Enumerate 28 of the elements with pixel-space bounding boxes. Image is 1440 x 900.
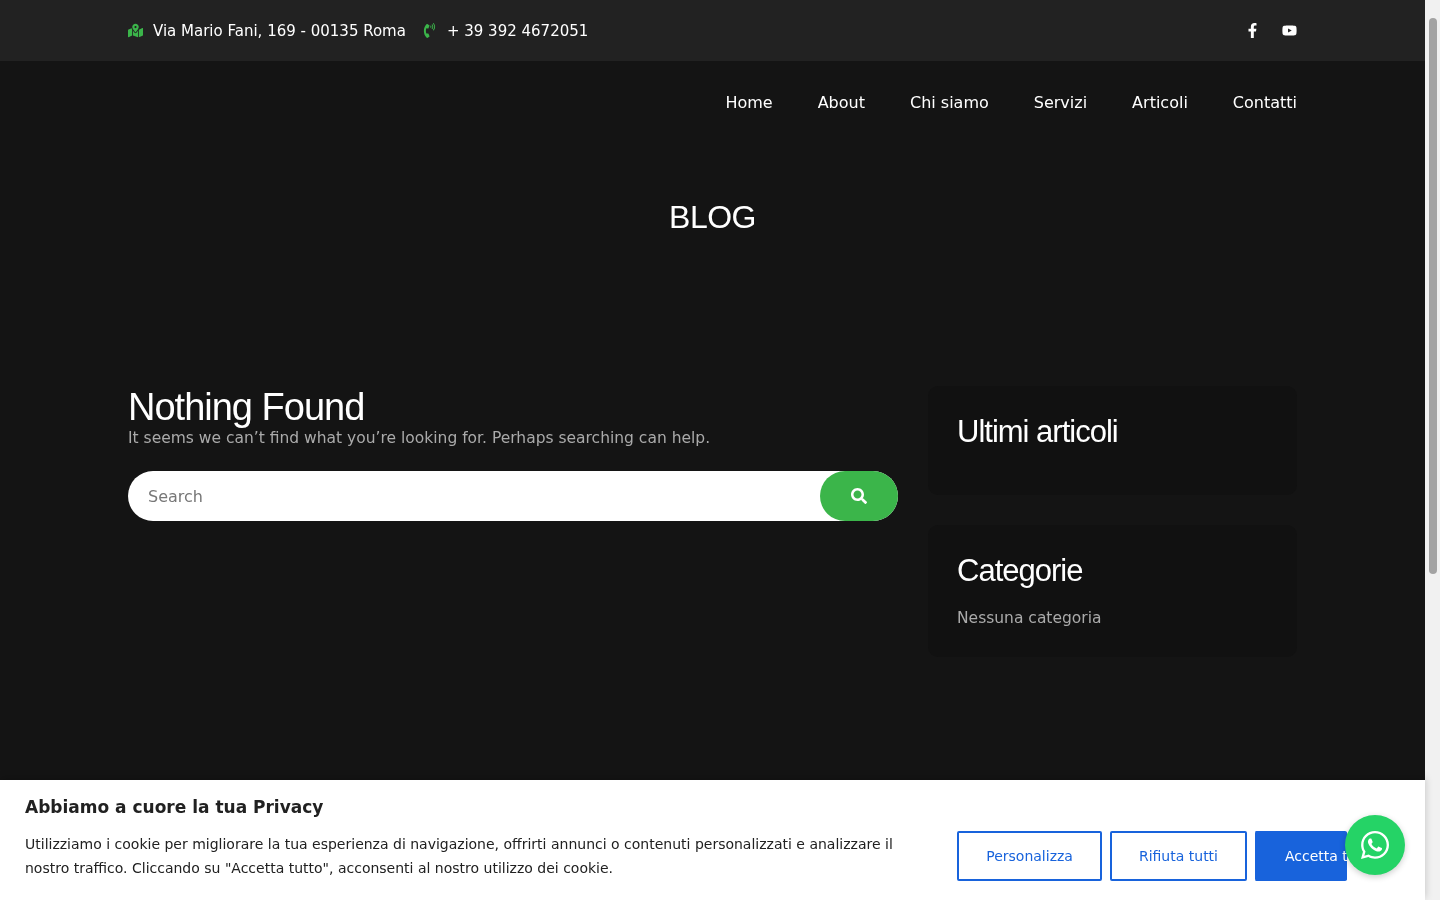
widget-text: Nessuna categoria: [957, 609, 1103, 627]
banner-title: Abbiamo a cuore la tua Privacy: [25, 797, 325, 817]
search-button[interactable]: [820, 471, 898, 521]
phone-text: + 39 392 4672051: [421, 21, 589, 40]
map-icon: [128, 23, 143, 38]
banner-text: Utilizziamo i cookie per migliorare la tua esperienza di navigazione, offrirti annunci o contenuti personalizzati e analizzare il nostro traffico. Cliccando su "Accetta tutto", acconsenti al nostro utilizzo dei cookie.: [25, 835, 894, 878]
nav-link[interactable]: Articoli: [1132, 92, 1188, 112]
widget-title: Ultimi articoli: [957, 414, 1119, 450]
nav-link[interactable]: Servizi: [1033, 92, 1088, 112]
youtube-icon[interactable]: [1282, 23, 1297, 38]
whatsapp-icon: [1359, 829, 1391, 861]
cookie-button[interactable]: Rifiuta tutti: [1109, 831, 1247, 881]
search-input[interactable]: Search: [128, 486, 820, 506]
message-text: It seems we can’t find what you’re looking for. Perhaps searching can help.: [128, 429, 712, 447]
nav-link[interactable]: Contatti: [1232, 92, 1297, 112]
search-field[interactable]: Search: [128, 471, 898, 521]
nav-link[interactable]: Chi siamo: [909, 92, 989, 112]
facebook-icon[interactable]: [1245, 23, 1260, 38]
nav-link[interactable]: About: [817, 92, 865, 112]
page-title: BLOG: [668, 199, 757, 236]
accept-button[interactable]: Accetta t: [1255, 831, 1347, 881]
search-icon: [851, 488, 867, 504]
heading: Nothing Found: [128, 386, 366, 429]
widget-title: Categorie: [957, 553, 1084, 589]
phone-icon: [421, 23, 437, 38]
nav-link[interactable]: Home: [725, 92, 773, 112]
address-text: Via Mario Fani, 169 - 00135 Roma: [128, 21, 406, 40]
cookie-button[interactable]: Personalizza: [957, 831, 1102, 881]
